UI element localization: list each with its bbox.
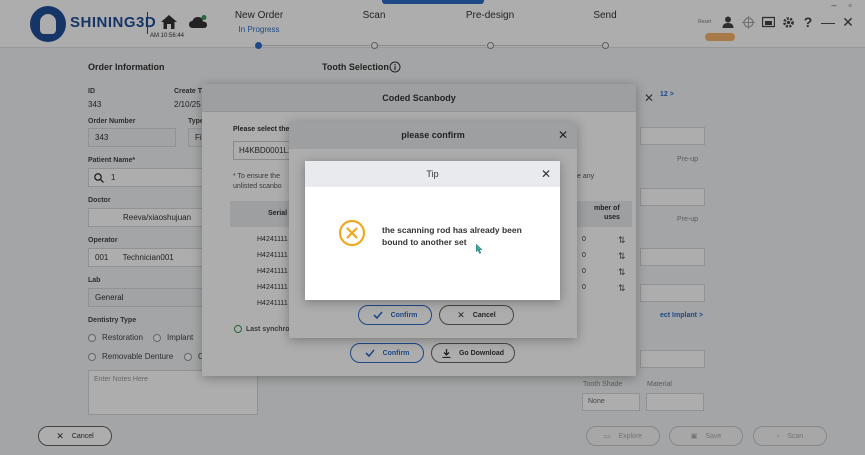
mouse-cursor-icon [476, 244, 483, 254]
error-circle-icon [338, 219, 366, 247]
close-icon[interactable]: ✕ [644, 91, 654, 105]
tip-message-line: the scanning rod has already been [382, 225, 522, 235]
dialog-header: Tip ✕ [305, 161, 560, 187]
dialog-title: Tip [426, 169, 439, 179]
tip-message-line: bound to another set [382, 237, 467, 247]
tip-dialog: Tip ✕ the scanning rod has already been … [305, 161, 560, 300]
tip-message: the scanning rod has already been bound … [382, 224, 552, 248]
close-icon[interactable]: ✕ [541, 167, 551, 181]
